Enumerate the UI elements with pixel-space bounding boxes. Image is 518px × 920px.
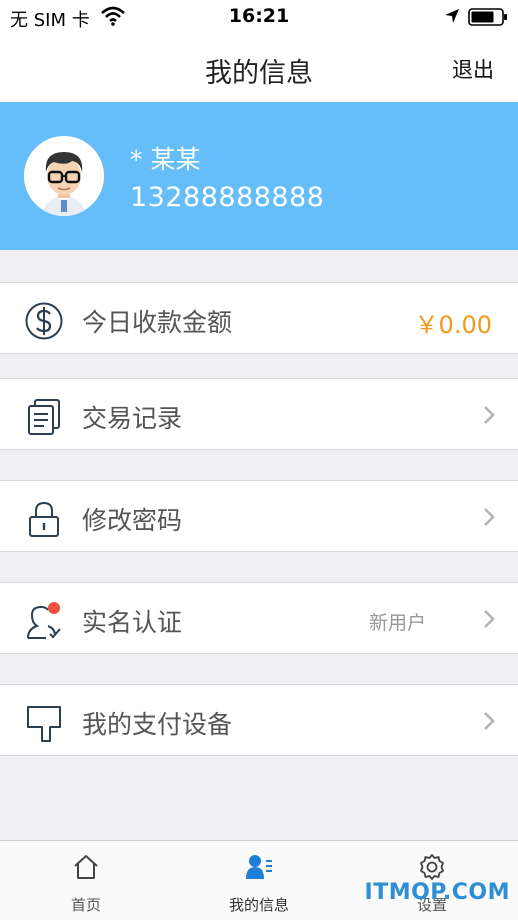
change-password-row[interactable]: 修改密码 [0,480,518,552]
chevron-right-icon [484,508,495,526]
today-income-amount: ￥0.00 [414,311,492,339]
battery-icon [468,8,507,26]
gear-icon [420,854,444,880]
payment-device-label: 我的支付设备 [82,710,233,739]
logout-button[interactable]: 退出 [452,54,494,84]
user-name: * 某某 [130,145,201,174]
change-password-label: 修改密码 [82,506,183,535]
user-phone: 13288888888 [130,182,325,213]
device-icon [27,706,61,742]
avatar-illustration [24,136,104,216]
today-income-label: 今日收款金额 [82,308,233,337]
user-verify-icon [27,602,61,639]
lock-icon [29,501,59,537]
transaction-records-row[interactable]: 交易记录 [0,378,518,450]
chevron-right-icon [484,610,495,628]
location-arrow-icon [445,9,459,23]
avatar[interactable] [24,136,104,216]
tab-home-label: 首页 [70,896,101,914]
notification-dot [48,602,60,614]
real-name-verification-row[interactable]: 实名认证 新用户 [0,582,518,654]
watermark-logo: ITMOP.COM [364,880,510,905]
page-title: 我的信息 [205,58,313,89]
today-income-row: 今日收款金额 ￥0.00 [0,282,518,354]
new-user-status: 新用户 [368,612,426,634]
home-icon [74,855,98,879]
nav-bar: 我的信息 退出 [0,34,518,102]
chevron-right-icon [484,712,495,730]
chevron-right-icon [484,406,495,424]
dollar-circle-icon [25,302,63,340]
tab-my-info-label: 我的信息 [228,896,289,914]
status-bar: 无 SIM 卡 16:21 [0,0,518,34]
transaction-records-label: 交易记录 [82,404,183,433]
profile-icon [246,855,272,879]
payment-device-row[interactable]: 我的支付设备 [0,684,518,756]
tab-my-info[interactable]: 我的信息 [173,841,345,920]
real-name-verification-label: 实名认证 [82,608,183,637]
documents-icon [28,399,60,435]
status-time: 16:21 [228,5,290,27]
profile-card: * 某某 13288888888 [0,102,518,250]
tab-home[interactable]: 首页 [0,841,172,920]
